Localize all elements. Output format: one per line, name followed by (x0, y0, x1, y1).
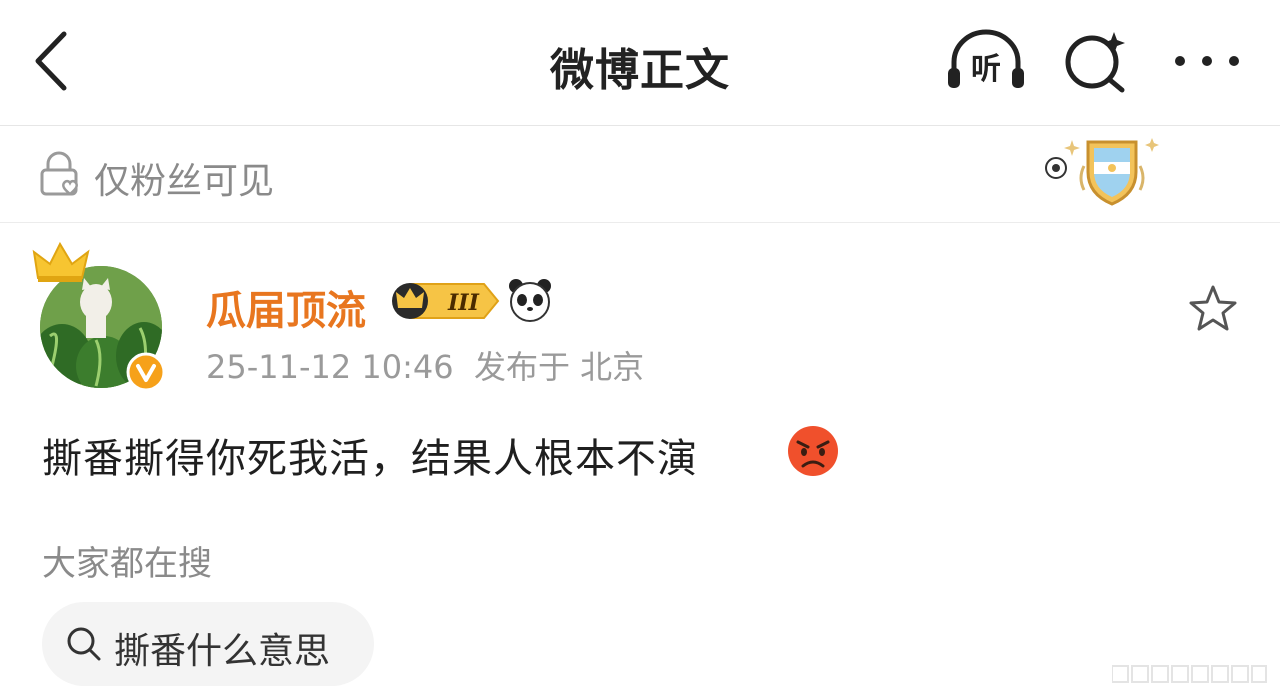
more-dots-icon (1175, 56, 1239, 66)
listen-button[interactable]: 听 (944, 28, 1028, 94)
trending-search-label: 撕番什么意思 (114, 631, 331, 672)
post-timestamp: 25-11-12 10:46 (206, 348, 454, 386)
post-meta: 25-11-12 10:46 发布于 北京 (206, 342, 644, 388)
more-options-button[interactable] (1170, 36, 1244, 86)
trending-search-chip[interactable]: 撕番什么意思 (42, 602, 374, 686)
panda-icon (509, 279, 551, 322)
vip-level-badge-icon: III (392, 283, 500, 319)
post-text: 撕番撕得你死我活，结果人根本不演 (42, 436, 698, 482)
lock-heart-icon (40, 151, 78, 196)
vip-level-text: III (447, 290, 480, 316)
top-navigation-bar: 微博正文 听 (0, 0, 1280, 126)
watermark-decor (1112, 665, 1267, 683)
search-icon (67, 627, 101, 661)
listen-label: 听 (971, 52, 1001, 87)
star-icon (1189, 285, 1237, 331)
favorite-button[interactable] (1186, 282, 1240, 336)
crown-icon (32, 241, 90, 282)
search-button[interactable] (1062, 28, 1132, 94)
post-location: 发布于 北京 (473, 348, 645, 386)
author-name[interactable]: 瓜届顶流 (206, 278, 366, 336)
angry-face-icon (788, 426, 838, 476)
argentina-shield-badge-icon (1045, 138, 1159, 206)
visibility-text: 仅粉丝可见 (94, 161, 275, 202)
trending-label: 大家都在搜 (42, 544, 212, 584)
verified-badge-icon (126, 352, 166, 392)
search-sparkle-icon (1065, 32, 1125, 93)
